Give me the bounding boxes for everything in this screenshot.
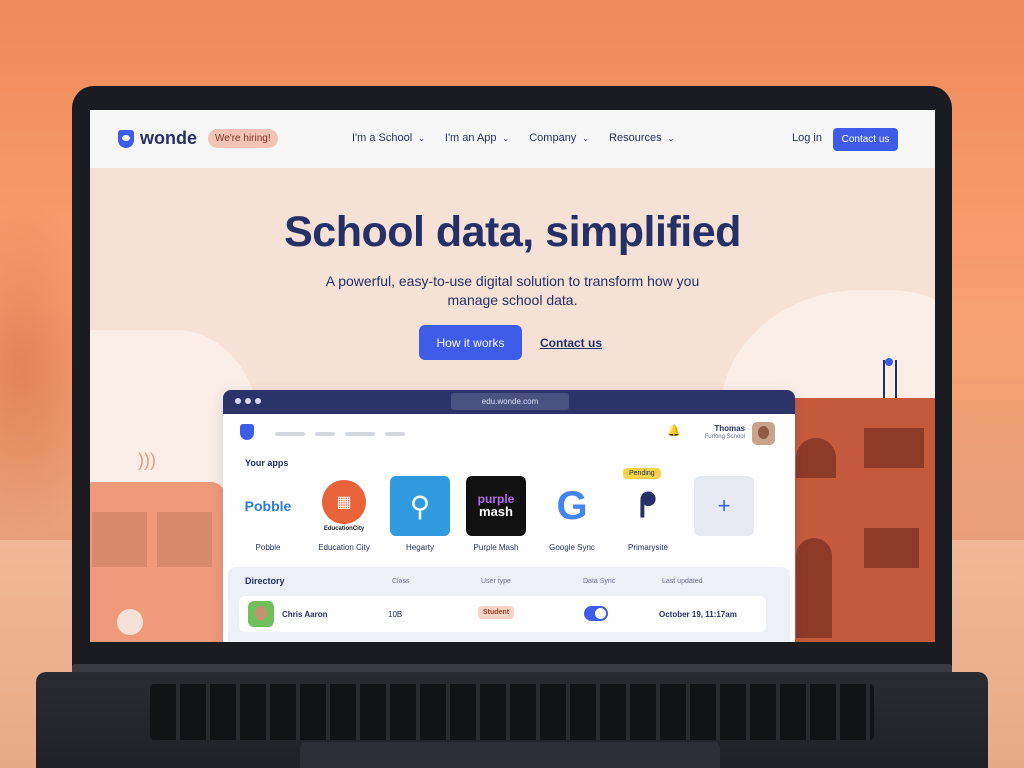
avatar [248, 601, 274, 627]
window-dot [255, 398, 261, 404]
school-building-illustration [792, 398, 935, 642]
directory-panel: Directory Class User type Data Sync Last… [228, 567, 790, 642]
contact-us-button[interactable]: Contact us [833, 128, 898, 151]
app-tile-purple-mash[interactable]: purple mash Purple Mash [466, 476, 526, 552]
compass-icon: ⚲ [390, 476, 450, 536]
app-tile-google-sync[interactable]: G Google Sync [542, 476, 602, 553]
user-school: Furlong School [704, 434, 745, 440]
chevron-down-icon: ⌄ [667, 133, 675, 143]
menu-item-school[interactable]: I'm a School ⌄ [352, 132, 425, 144]
login-link[interactable]: Log in [792, 132, 822, 144]
app-menu-placeholders [275, 432, 405, 436]
menu-item-label: Resources [609, 132, 662, 144]
your-apps-heading: Your apps [245, 458, 289, 468]
laptop-trackpad [300, 742, 720, 768]
window-dot [235, 398, 241, 404]
menu-item-resources[interactable]: Resources ⌄ [609, 132, 674, 144]
pobble-logo-icon: Pobble [244, 498, 292, 514]
top-navigation: wonde We're hiring! I'm a School ⌄ I'm a… [90, 110, 935, 168]
google-g-icon: G [556, 483, 588, 528]
bell-icon[interactable]: 🔔 [667, 424, 681, 437]
app-tile-label: Education City [318, 543, 370, 552]
menu-item-label: Company [529, 132, 577, 144]
column-header-class: Class [392, 578, 410, 585]
app-tile-primarysite[interactable]: Pending ᖰ Primarysite [618, 468, 678, 552]
laptop-keyboard [150, 684, 874, 740]
menu-item-company[interactable]: Company ⌄ [529, 132, 589, 144]
hero-contact-link[interactable]: Contact us [540, 336, 602, 350]
column-header-data-sync: Data Sync [583, 578, 616, 585]
user-avatar[interactable] [752, 422, 775, 445]
window-dots [235, 398, 261, 404]
educationcity-logo-icon: ▦ EducationCity [314, 476, 374, 536]
app-tile-education-city[interactable]: ▦ EducationCity Education City [314, 476, 374, 552]
wonde-logo[interactable]: wonde [118, 128, 197, 149]
chevron-down-icon: ⌄ [582, 133, 590, 143]
app-preview-window: edu.wonde.com 🔔 Thomas Furlong School Yo… [223, 390, 795, 642]
app-header: 🔔 Thomas Furlong School [223, 414, 795, 448]
browser-bar: edu.wonde.com [223, 390, 795, 414]
plus-icon: + [694, 476, 754, 536]
primarysite-logo-icon: ᖰ [639, 486, 657, 525]
app-tile-label: Hegarty [405, 543, 434, 552]
table-row[interactable]: Chris Aaron 10B Student October 19, 11:1… [239, 596, 766, 632]
app-tiles: Pobble Pobble ▦ EducationCity Education … [238, 468, 754, 553]
hero-subtitle: A powerful, easy-to-use digital solution… [325, 273, 700, 308]
how-it-works-button[interactable]: How it works [419, 325, 522, 360]
column-header-user-type: User type [481, 578, 511, 585]
column-header-last-updated: Last updated [662, 578, 703, 585]
signal-icon: ))) [138, 450, 156, 470]
user-name: Thomas [714, 424, 745, 433]
window-dot [245, 398, 251, 404]
app-tile-label: Purple Mash [473, 543, 519, 552]
app-tile-hegarty[interactable]: ⚲ Hegarty [390, 476, 450, 552]
data-sync-toggle[interactable] [584, 606, 608, 621]
row-name: Chris Aaron [282, 610, 328, 619]
hero-title: School data, simplified [284, 208, 741, 256]
menu-item-app[interactable]: I'm an App ⌄ [445, 132, 509, 144]
brand-name: wonde [140, 128, 197, 148]
pending-badge: Pending [623, 468, 661, 479]
menu-item-label: I'm an App [444, 132, 497, 144]
app-tile-label: Primarysite [627, 543, 668, 552]
hiring-badge[interactable]: We're hiring! [208, 129, 278, 148]
app-tile-label: Pobble [255, 543, 281, 552]
app-tile-label: Google Sync [549, 543, 595, 552]
row-class: 10B [388, 610, 403, 619]
add-app-tile[interactable]: + [694, 476, 754, 552]
url-bar[interactable]: edu.wonde.com [451, 393, 569, 410]
chevron-down-icon: ⌄ [502, 133, 510, 143]
menu-item-label: I'm a School [352, 132, 413, 144]
shield-logo-icon[interactable] [240, 424, 254, 440]
radio-tower-illustration [883, 360, 897, 400]
app-tile-pobble[interactable]: Pobble Pobble [238, 476, 298, 552]
main-menu: I'm a School ⌄ I'm an App ⌄ Company ⌄ Re… [352, 132, 674, 144]
bus-wheel [108, 600, 152, 642]
user-type-badge: Student [478, 606, 515, 619]
chevron-down-icon: ⌄ [418, 133, 425, 143]
laptop-screen: ))) wonde We're hiring! I'm a School ⌄ I… [90, 110, 935, 642]
row-last-updated: October 19, 11:17am [659, 610, 737, 619]
shield-logo-icon [118, 129, 134, 148]
directory-title: Directory [245, 576, 285, 586]
purple-mash-logo-icon: purple mash [466, 476, 526, 536]
